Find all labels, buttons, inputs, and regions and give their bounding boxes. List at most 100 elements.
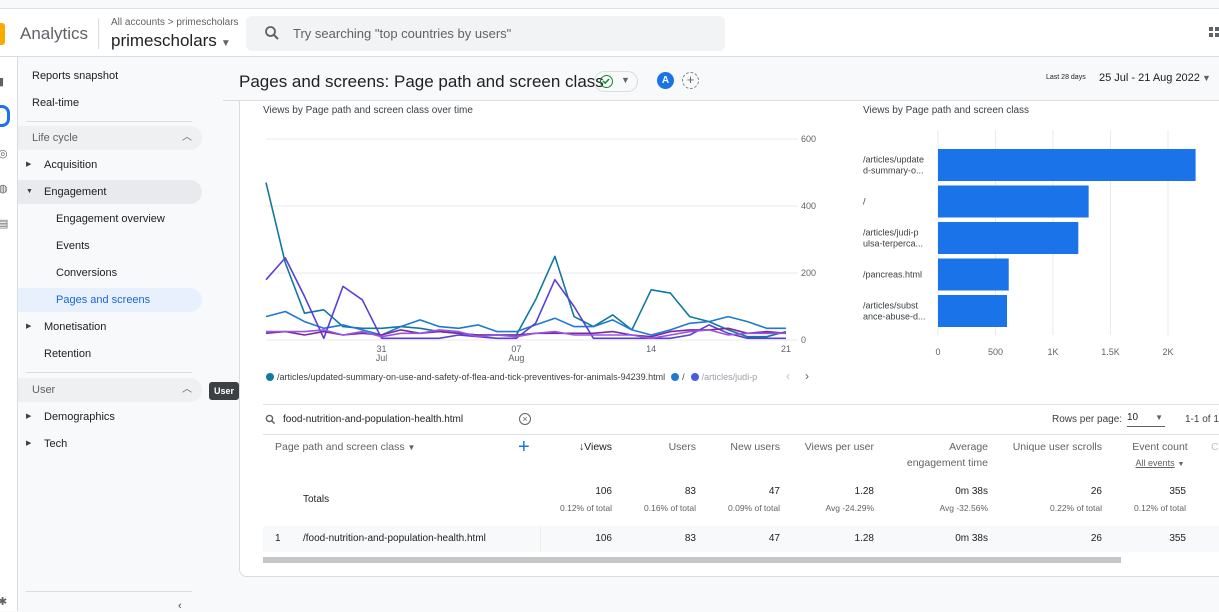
- bar: [938, 295, 1007, 327]
- legend-dot-icon: [266, 373, 274, 381]
- caret-down-icon: ▼: [220, 38, 231, 49]
- nav-events[interactable]: Events: [18, 234, 202, 258]
- caret-right-icon: ▶: [26, 323, 32, 330]
- totals-views-sub: 0.12% of total: [560, 503, 612, 513]
- column-header-avg-engagement[interactable]: Average engagement time: [880, 439, 988, 471]
- settings-icon[interactable]: ✱: [0, 595, 7, 608]
- divider: [26, 372, 192, 373]
- nav-reports-snapshot[interactable]: Reports snapshot: [18, 64, 202, 88]
- y-tick-label: 200: [801, 268, 816, 278]
- comparison-avatar[interactable]: A: [657, 72, 674, 89]
- divider: [26, 121, 192, 122]
- legend-item[interactable]: /articles/updated-summary-on-use-and-saf…: [266, 372, 665, 382]
- category-label: ulsa-terperca...: [863, 239, 923, 249]
- row-new-users: 47: [768, 533, 780, 544]
- add-dimension-button[interactable]: +: [518, 436, 530, 459]
- totals-views: 106: [595, 486, 612, 497]
- rows-per-page-label: Rows per page:: [1052, 414, 1123, 425]
- column-header-new-users[interactable]: New users: [710, 439, 780, 455]
- analytics-logo-icon: [0, 23, 5, 45]
- date-range-picker[interactable]: 25 Jul - 21 Aug 2022: [1099, 72, 1200, 84]
- column-label: Page path and screen class: [275, 441, 405, 453]
- account-picker[interactable]: primescholars ▼: [111, 31, 231, 51]
- nav-real-time[interactable]: Real-time: [18, 91, 202, 115]
- column-header-conversions[interactable]: C: [1211, 439, 1219, 455]
- totals-views-per-user: 1.28: [854, 486, 874, 497]
- advertising-icon[interactable]: ◍: [0, 182, 8, 195]
- explore-icon[interactable]: ◎: [0, 147, 8, 160]
- column-header-event-count[interactable]: Event count All events ▼: [1120, 439, 1200, 473]
- check-circle-icon: [600, 75, 613, 88]
- nav-label: Engagement: [44, 186, 107, 198]
- table-search-input[interactable]: food-nutrition-and-population-health.htm…: [283, 414, 463, 425]
- x-tick-label: 1.5K: [1101, 347, 1120, 357]
- nav-conversions[interactable]: Conversions: [18, 261, 202, 285]
- configure-icon[interactable]: ▤: [0, 217, 8, 230]
- legend-dot-icon: [690, 373, 699, 381]
- event-filter-dropdown[interactable]: All events: [1136, 458, 1175, 468]
- nav-monetisation[interactable]: ▶ Monetisation: [18, 315, 202, 339]
- legend-item[interactable]: /articles/judi-p: [690, 372, 757, 382]
- caret-down-icon[interactable]: ▼: [1202, 73, 1211, 83]
- category-label: /articles/judi-p: [863, 228, 919, 238]
- legend-prev-icon[interactable]: ‹: [786, 369, 790, 383]
- nav-demographics[interactable]: ▶ Demographics: [18, 405, 202, 429]
- legend-item[interactable]: /: [671, 372, 685, 382]
- column-label: Event count: [1132, 441, 1188, 453]
- nav-retention[interactable]: Retention: [18, 342, 202, 366]
- row-views-per-user: 1.28: [854, 533, 874, 544]
- category-label: ance-abuse-d...: [863, 312, 926, 322]
- breadcrumb[interactable]: All accounts > primescholars: [111, 17, 239, 28]
- category-label: /pancreas.html: [863, 270, 922, 280]
- column-header-dimension[interactable]: Page path and screen class ▼: [275, 439, 415, 456]
- column-label: Average: [949, 441, 988, 453]
- collapse-nav-icon[interactable]: ‹: [178, 600, 182, 612]
- date-range-label: Last 28 days: [1046, 74, 1086, 81]
- row-users: 83: [684, 533, 696, 544]
- category-label: /articles/subst: [863, 301, 919, 311]
- totals-event-count-sub: 0.12% of total: [1134, 503, 1186, 513]
- search-placeholder: Try searching "top countries by users": [293, 26, 512, 41]
- horizontal-scrollbar[interactable]: [263, 557, 1121, 563]
- app-name: Analytics: [20, 24, 89, 43]
- column-header-views[interactable]: ↓Views: [560, 439, 612, 455]
- nav-tech[interactable]: ▶ Tech: [18, 432, 202, 456]
- nav-engagement-overview[interactable]: Engagement overview: [18, 207, 202, 231]
- x-tick-label: 1K: [1047, 347, 1058, 357]
- caret-down-icon: ▼: [26, 188, 33, 195]
- totals-avg-engagement-sub: Avg -32.56%: [939, 503, 988, 513]
- column-header-views-per-user[interactable]: Views per user: [790, 439, 874, 455]
- clear-search-icon[interactable]: ×: [519, 413, 531, 425]
- row-page-path[interactable]: /food-nutrition-and-population-health.ht…: [303, 533, 486, 544]
- home-icon[interactable]: ▮: [0, 75, 4, 88]
- nav-engagement[interactable]: ▼ Engagement: [18, 180, 202, 204]
- caret-down-icon: ▼: [1155, 413, 1163, 422]
- totals-label: Totals: [303, 494, 330, 505]
- legend-next-icon[interactable]: ›: [805, 369, 809, 383]
- reports-icon[interactable]: [0, 105, 10, 127]
- line-chart-legend: /articles/updated-summary-on-use-and-saf…: [266, 372, 763, 382]
- report-status-chip[interactable]: ▼: [594, 71, 638, 92]
- search-bar[interactable]: Try searching "top countries by users": [246, 16, 725, 51]
- left-rail: ▮ ◎ ◍ ▤ ✱: [0, 57, 18, 611]
- nav-section-user[interactable]: User ︿: [18, 378, 202, 402]
- column-header-scrolls[interactable]: Unique user scrolls: [1000, 439, 1102, 455]
- rows-per-page-select[interactable]: 10 ▼: [1127, 412, 1165, 427]
- apps-grid-icon[interactable]: [1209, 27, 1219, 39]
- add-comparison-icon[interactable]: +: [682, 72, 699, 89]
- search-icon: [265, 26, 279, 40]
- nav-section-life-cycle[interactable]: Life cycle ︿: [18, 126, 202, 150]
- nav-pages-and-screens[interactable]: Pages and screens: [18, 288, 202, 312]
- legend-label: /articles/updated-summary-on-use-and-saf…: [277, 372, 666, 382]
- y-tick-label: 600: [801, 134, 816, 144]
- bar: [938, 222, 1079, 254]
- divider: [263, 434, 1219, 435]
- nav-acquisition[interactable]: ▶ Acquisition: [18, 153, 202, 177]
- nav-label: Demographics: [44, 411, 115, 423]
- column-header-users[interactable]: Users: [640, 439, 696, 455]
- column-label: engagement time: [906, 457, 988, 469]
- category-label: /: [863, 197, 866, 207]
- search-icon: [265, 414, 276, 425]
- totals-scrolls-sub: 0.22% of total: [1050, 503, 1102, 513]
- account-name: primescholars: [111, 31, 217, 50]
